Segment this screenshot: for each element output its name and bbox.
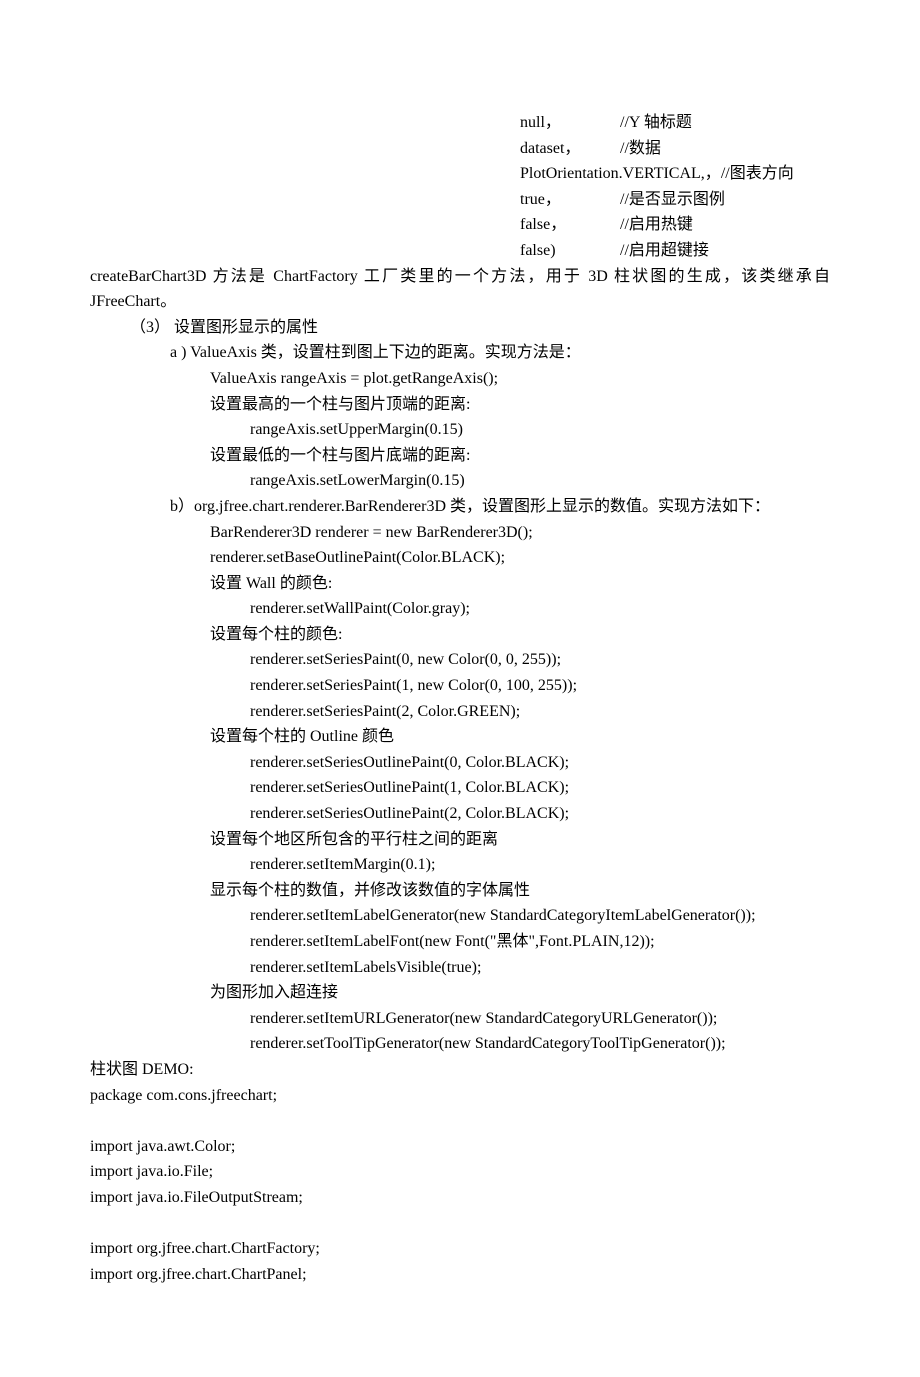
- method-description: createBarChart3D 方法是 ChartFactory 工厂类里的一…: [90, 264, 830, 315]
- param-row: PlotOrientation.VERTICAL,，//图表方向: [90, 161, 830, 187]
- code-line: renderer.setBaseOutlinePaint(Color.BLACK…: [90, 545, 830, 571]
- block-heading: 设置每个柱的颜色:: [90, 622, 830, 648]
- code-line: import org.jfree.chart.ChartFactory;: [90, 1236, 830, 1262]
- param-comment: //图表方向: [721, 161, 794, 187]
- code-line: renderer.setItemLabelsVisible(true);: [90, 955, 830, 981]
- block-heading: 设置每个柱的 Outline 颜色: [90, 724, 830, 750]
- param-arg: dataset，: [520, 136, 620, 162]
- code-line: renderer.setItemLabelFont(new Font("黑体",…: [90, 929, 830, 955]
- code-line: 设置最低的一个柱与图片底端的距离:: [90, 443, 830, 469]
- demo-title: 柱状图 DEMO:: [90, 1057, 830, 1083]
- code-line: import org.jfree.chart.ChartPanel;: [90, 1262, 830, 1288]
- code-line: import java.io.File;: [90, 1159, 830, 1185]
- section-3-title: （3） 设置图形显示的属性: [90, 315, 830, 341]
- block-heading: 设置每个地区所包含的平行柱之间的距离: [90, 827, 830, 853]
- param-arg: false，: [520, 212, 620, 238]
- param-row: dataset，//数据: [90, 136, 830, 162]
- param-row: true，//是否显示图例: [90, 187, 830, 213]
- code-line: renderer.setItemMargin(0.1);: [90, 852, 830, 878]
- code-line: ValueAxis rangeAxis = plot.getRangeAxis(…: [90, 366, 830, 392]
- param-arg: true，: [520, 187, 620, 213]
- code-line: renderer.setItemURLGenerator(new Standar…: [90, 1006, 830, 1032]
- param-arg: false): [520, 238, 620, 264]
- param-arg: null，: [520, 110, 620, 136]
- code-line: package com.cons.jfreechart;: [90, 1083, 830, 1109]
- code-line: renderer.setSeriesOutlinePaint(2, Color.…: [90, 801, 830, 827]
- block-heading: 设置 Wall 的颜色:: [90, 571, 830, 597]
- code-line: BarRenderer3D renderer = new BarRenderer…: [90, 520, 830, 546]
- code-line: import java.awt.Color;: [90, 1134, 830, 1160]
- subsection-a-title: a ) ValueAxis 类，设置柱到图上下边的距离。实现方法是：: [90, 340, 830, 366]
- code-line: renderer.setSeriesPaint(1, new Color(0, …: [90, 673, 830, 699]
- code-line: renderer.setWallPaint(Color.gray);: [90, 596, 830, 622]
- code-line: [90, 1211, 830, 1237]
- param-arg: PlotOrientation.VERTICAL,，: [520, 161, 721, 187]
- param-row: false)//启用超键接: [90, 238, 830, 264]
- subsection-b-body: BarRenderer3D renderer = new BarRenderer…: [90, 520, 830, 1057]
- code-line: [90, 1108, 830, 1134]
- subsection-a-body: ValueAxis rangeAxis = plot.getRangeAxis(…: [90, 366, 830, 494]
- code-line: rangeAxis.setUpperMargin(0.15): [90, 417, 830, 443]
- param-comment: //启用热键: [620, 212, 693, 238]
- code-line: renderer.setSeriesOutlinePaint(0, Color.…: [90, 750, 830, 776]
- code-line: renderer.setSeriesOutlinePaint(1, Color.…: [90, 775, 830, 801]
- demo-code-block: package com.cons.jfreechart; import java…: [90, 1083, 830, 1288]
- code-line: renderer.setSeriesPaint(2, Color.GREEN);: [90, 699, 830, 725]
- code-line: rangeAxis.setLowerMargin(0.15): [90, 468, 830, 494]
- param-comment: //Y 轴标题: [620, 110, 692, 136]
- code-line: renderer.setSeriesPaint(0, new Color(0, …: [90, 647, 830, 673]
- param-row: null，//Y 轴标题: [90, 110, 830, 136]
- factory-params-block: null，//Y 轴标题dataset，//数据PlotOrientation.…: [90, 110, 830, 264]
- code-line: import java.io.FileOutputStream;: [90, 1185, 830, 1211]
- param-comment: //数据: [620, 136, 661, 162]
- subsection-b-title: b）org.jfree.chart.renderer.BarRenderer3D…: [90, 494, 830, 520]
- param-comment: //启用超键接: [620, 238, 709, 264]
- code-line: 设置最高的一个柱与图片顶端的距离:: [90, 392, 830, 418]
- block-heading: 显示每个柱的数值，并修改该数值的字体属性: [90, 878, 830, 904]
- block-heading: 为图形加入超连接: [90, 980, 830, 1006]
- param-row: false，//启用热键: [90, 212, 830, 238]
- code-line: renderer.setItemLabelGenerator(new Stand…: [90, 903, 830, 929]
- param-comment: //是否显示图例: [620, 187, 725, 213]
- document-page: null，//Y 轴标题dataset，//数据PlotOrientation.…: [0, 0, 920, 1377]
- code-line: renderer.setToolTipGenerator(new Standar…: [90, 1031, 830, 1057]
